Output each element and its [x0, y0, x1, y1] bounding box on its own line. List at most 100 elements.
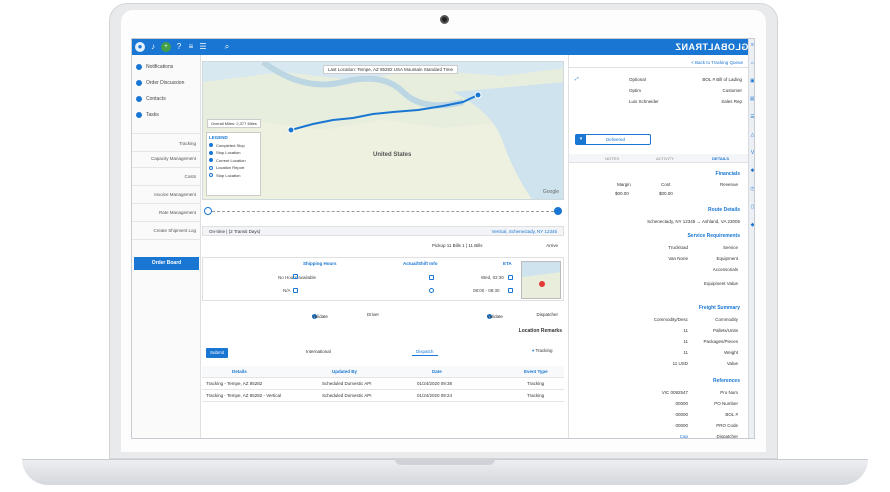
nav-label: Order Discussion: [146, 80, 185, 86]
minimap[interactable]: [521, 261, 561, 299]
pallets-label: Pallets/Units: [712, 328, 738, 333]
pickup-arrive: Arrive: [546, 243, 558, 248]
list-icon[interactable]: ☰: [750, 115, 754, 120]
packages-label: Packages/Pieces: [703, 339, 738, 344]
legend-label: Stop Location: [216, 172, 241, 178]
legend-label: Current Location: [216, 157, 246, 163]
tab-activity[interactable]: ACTIVITY: [656, 156, 674, 161]
dispatcher-value-text: Validate: [487, 314, 503, 319]
customer-value: Optim: [629, 88, 642, 93]
bol-ref-value: 00000: [675, 412, 688, 417]
tab-dispatch[interactable]: Dispatch: [412, 348, 438, 356]
menu-icon[interactable]: ≡: [750, 43, 754, 48]
dot-icon: [209, 173, 213, 177]
calendar-icon: [508, 275, 513, 280]
right-rail: ≡ ⌂ ▣ ▤ ☰ △ V ✱ ◷ ▯ ◆: [748, 39, 754, 438]
cell-date: 01/24/2020 09:24: [417, 393, 453, 398]
weight-label: Weight: [724, 350, 738, 355]
status-row: i Validate Driver i Validate Dispatcher: [202, 310, 564, 320]
nav-order-discussion[interactable]: Order Discussion: [136, 77, 197, 89]
nav-label: Contacts: [146, 96, 166, 102]
tab-international[interactable]: International: [302, 348, 335, 355]
pro-num-label: Pro Num: [720, 390, 738, 395]
bol-label: BOL # Bill of Lading: [702, 77, 742, 82]
timeline-end-dot[interactable]: [554, 207, 562, 215]
nav-link-rate[interactable]: Rate Management: [159, 210, 196, 215]
nav-link-invoice[interactable]: Invoice Management: [154, 192, 196, 197]
equipment-value-label: Equipment Value: [704, 281, 738, 286]
nav-link-capacity[interactable]: Capacity Management: [151, 156, 196, 161]
legend-title: LEGEND: [209, 135, 228, 140]
divider: [132, 185, 201, 186]
home-icon[interactable]: ⌂: [750, 61, 754, 66]
driver-label: Driver: [367, 312, 379, 317]
expand-icon[interactable]: ⤢: [575, 76, 579, 81]
avatar-icon[interactable]: ●: [135, 42, 145, 52]
chevron-down-icon: ▾: [576, 135, 586, 144]
menu-icon[interactable]: ≡: [186, 42, 196, 52]
order-board-button[interactable]: Order Board: [134, 257, 199, 270]
cell-details: Tracking - Tempe, AZ 85282 - Vertical: [206, 393, 282, 398]
equipment-value: Van None: [668, 256, 688, 261]
commodity-label: Commodity: [715, 317, 738, 322]
search-icon[interactable]: ⌕: [222, 42, 232, 52]
customer-label: Customer: [722, 88, 742, 93]
service-label: Service: [722, 245, 738, 250]
tab-notes[interactable]: NOTES: [605, 156, 619, 161]
map-attribution: Google: [542, 189, 559, 195]
clock-icon: [429, 288, 434, 293]
submit-button[interactable]: Submit: [206, 348, 228, 358]
bell-icon[interactable]: ♪: [148, 42, 158, 52]
margin-label: Margin: [617, 182, 631, 187]
help-icon[interactable]: ?: [174, 42, 184, 52]
legend-label: Stop Location: [216, 150, 241, 155]
nav-tasks[interactable]: Tasks: [136, 109, 197, 121]
plus-icon[interactable]: +: [161, 42, 171, 52]
nav-link-tracking[interactable]: Tracking: [179, 141, 196, 146]
detail-tabs: DETAILS ACTIVITY NOTES: [569, 154, 749, 163]
card-eta-value: Wed, 02:30: [481, 275, 504, 280]
nav-contacts[interactable]: Contacts: [136, 93, 197, 105]
bell-icon: [136, 64, 142, 70]
route-map[interactable]: Last Location: Tempe, AZ 85282 USA Mount…: [202, 61, 564, 200]
timeline-start-dot[interactable]: [204, 207, 212, 215]
dispatcher-ref-value[interactable]: Cap: [680, 434, 688, 438]
stop-cards: Shipping Hours No Hours available N/A Ac…: [202, 257, 564, 301]
nav-notifications[interactable]: Notifications: [136, 61, 197, 73]
divider: [132, 167, 201, 168]
dispatcher-label: Dispatcher: [536, 312, 558, 317]
document-icon: [429, 275, 434, 280]
back-to-queue-link[interactable]: < Back to Tracking Queue: [569, 59, 749, 68]
dispatcher-ref-label: Dispatcher: [716, 434, 738, 439]
chevron-icon[interactable]: V: [750, 151, 754, 156]
commodity-value: Commodity/Desc: [653, 317, 688, 322]
table-row[interactable]: Tracking - Tempe, AZ 85282 Scheduled Dom…: [202, 378, 564, 390]
freight-summary-title: Freight Summary: [698, 305, 740, 311]
truck-icon[interactable]: ▣: [750, 79, 754, 84]
weight-value: 11: [683, 350, 688, 355]
status-dropdown[interactable]: ▾ Delivered: [575, 134, 651, 145]
app-screen: ● ♪ + ? ≡ ☰ ⌕ GLOBALTRANZ Notifications …: [131, 38, 755, 439]
table-row[interactable]: Tracking - Tempe, AZ 85282 - Vertical Sc…: [202, 390, 564, 402]
tab-details[interactable]: DETAILS: [712, 156, 729, 161]
tag-icon[interactable]: ◆: [750, 223, 754, 228]
nav-link-shipment-log[interactable]: Create Shipment Log: [153, 228, 196, 233]
document-icon[interactable]: ▯: [750, 205, 754, 210]
dot-icon: [209, 150, 213, 155]
alert-icon[interactable]: △: [750, 133, 754, 138]
nav-link-costs[interactable]: Costs: [184, 174, 196, 179]
location-remarks-title: Location Remarks: [518, 328, 562, 334]
status-dropdown-label: Delivered: [606, 137, 626, 142]
legend-item: Stop Location: [209, 150, 258, 155]
tracking-dropdown[interactable]: ▾ Tracking: [532, 348, 553, 354]
clock-icon[interactable]: ◷: [750, 187, 754, 192]
settings-icon[interactable]: ✱: [750, 169, 754, 174]
pickup-bills: Pickup 11 Bills 1 | 11 Bills: [432, 243, 483, 248]
card-actual-title: Actual/Shift Info: [403, 261, 438, 266]
cost-label: Cost: [661, 182, 671, 187]
divider: [132, 151, 201, 152]
list-icon[interactable]: ☰: [198, 42, 208, 52]
chart-icon[interactable]: ▤: [750, 97, 754, 102]
margin-value: $00.00: [615, 191, 629, 196]
pro-code-value: 00000: [675, 423, 688, 428]
